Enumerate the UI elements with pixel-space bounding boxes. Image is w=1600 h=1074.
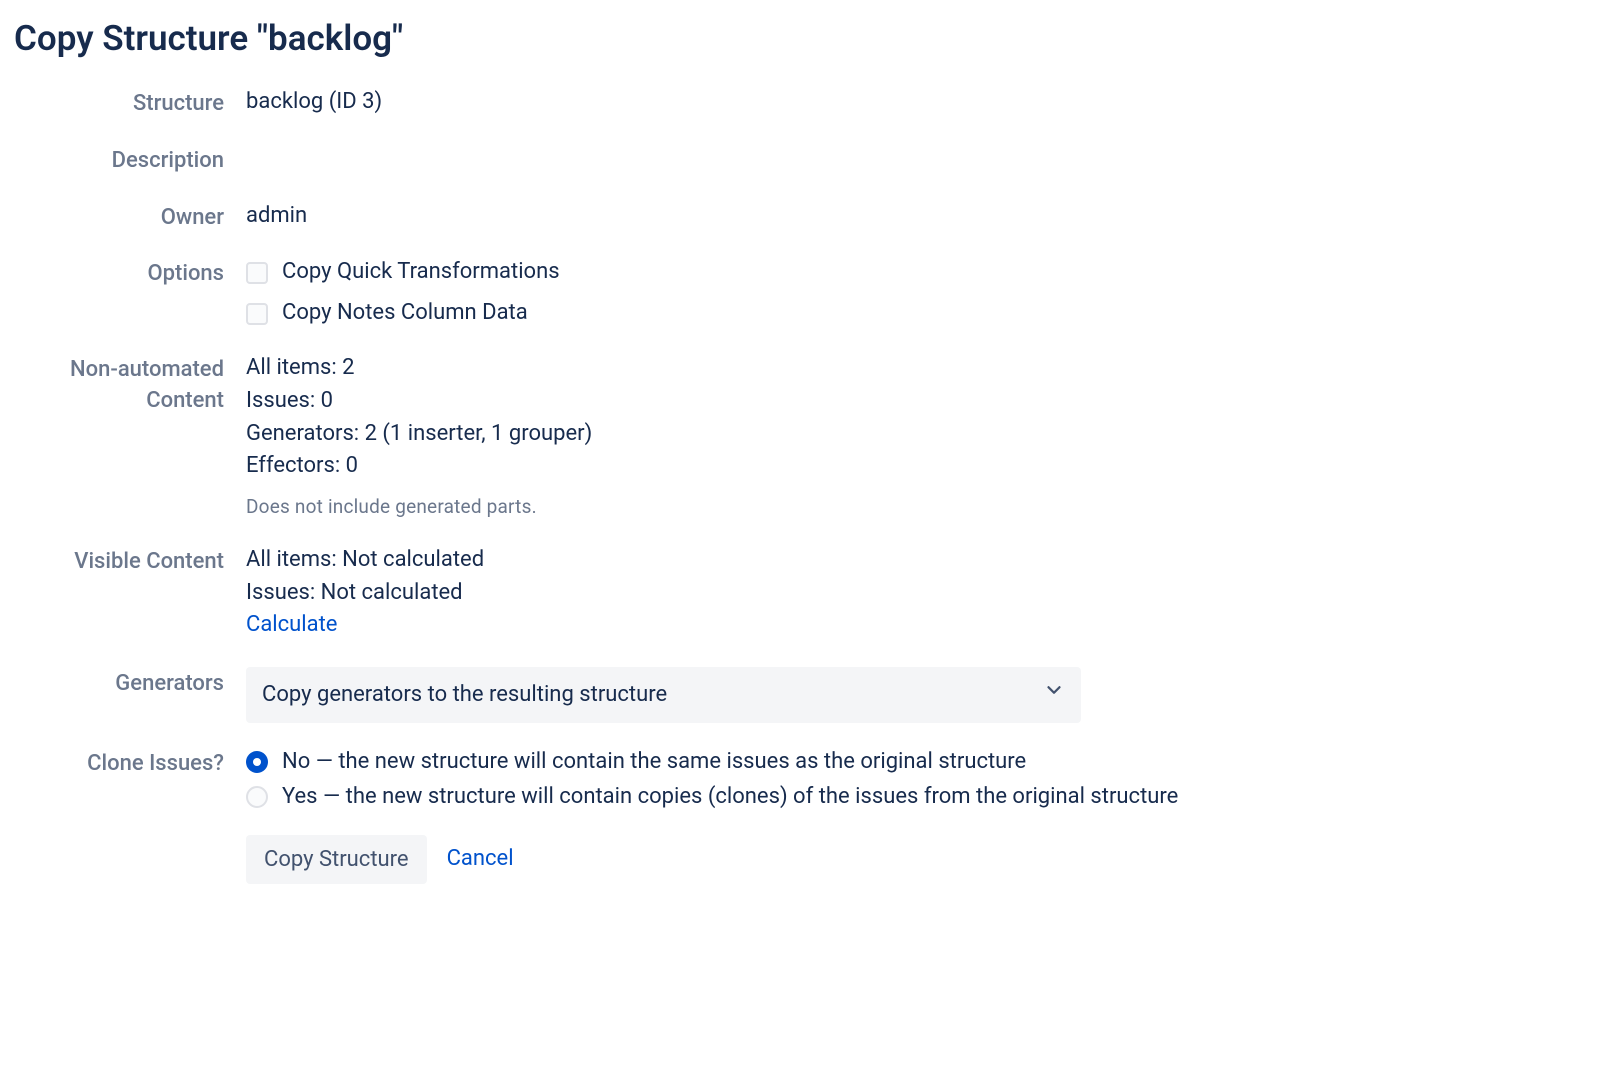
clone-issues-no-label: No — the new structure will contain the …: [282, 747, 1026, 778]
structure-value: backlog (ID 3): [246, 87, 1586, 118]
nac-issues: Issues: 0: [246, 386, 1586, 417]
chevron-down-icon: [1043, 679, 1065, 711]
copy-notes-column-data-label: Copy Notes Column Data: [282, 298, 528, 329]
cancel-button[interactable]: Cancel: [447, 844, 514, 875]
clone-issues-yes-label: Yes — the new structure will contain cop…: [282, 782, 1178, 813]
calculate-link[interactable]: Calculate: [246, 610, 1586, 641]
owner-value: admin: [246, 201, 1586, 232]
options-label: Options: [14, 257, 246, 290]
vc-all-items: All items: Not calculated: [246, 545, 1586, 576]
generators-select[interactable]: Copy generators to the resulting structu…: [246, 667, 1081, 723]
visible-content-label: Visible Content: [14, 545, 246, 578]
copy-quick-transformations-label: Copy Quick Transformations: [282, 257, 560, 288]
nac-hint: Does not include generated parts.: [246, 494, 1586, 521]
structure-label: Structure: [14, 87, 246, 120]
nac-all-items: All items: 2: [246, 353, 1586, 384]
nac-generators: Generators: 2 (1 inserter, 1 grouper): [246, 419, 1586, 450]
generators-label: Generators: [14, 667, 246, 700]
clone-issues-label: Clone Issues?: [14, 747, 246, 780]
owner-label: Owner: [14, 201, 246, 234]
page-title: Copy Structure "backlog": [14, 14, 1586, 63]
generators-selected-value: Copy generators to the resulting structu…: [262, 680, 667, 711]
copy-notes-column-data-checkbox[interactable]: [246, 303, 268, 325]
vc-issues: Issues: Not calculated: [246, 578, 1586, 609]
non-automated-content-label: Non-automated Content: [14, 353, 246, 417]
description-label: Description: [14, 144, 246, 177]
clone-issues-yes-radio[interactable]: [246, 786, 268, 808]
copy-structure-button[interactable]: Copy Structure: [246, 835, 427, 884]
nac-effectors: Effectors: 0: [246, 451, 1586, 482]
clone-issues-no-radio[interactable]: [246, 751, 268, 773]
copy-quick-transformations-checkbox[interactable]: [246, 262, 268, 284]
